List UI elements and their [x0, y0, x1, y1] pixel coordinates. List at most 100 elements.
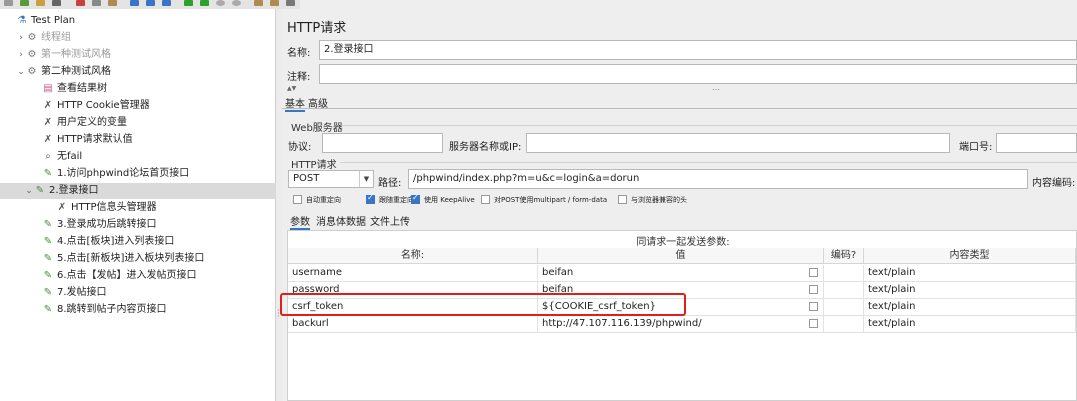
tab-advanced[interactable]: 高级 [308, 95, 328, 110]
expand-chevron-icon[interactable]: › [16, 30, 26, 46]
tree-node[interactable]: ✎ 1.访问phpwind论坛首页接口 [32, 166, 189, 182]
param-type-cell[interactable]: text/plain [864, 282, 1076, 299]
resize-dots-icon[interactable]: ⋯ [712, 85, 721, 94]
param-name-cell[interactable]: username [288, 265, 538, 282]
encode-checkbox[interactable] [809, 268, 818, 277]
follow-redirect-checkbox[interactable] [366, 193, 375, 204]
tree-node[interactable]: ⌕ 无fail [32, 149, 82, 165]
column-header-content-type[interactable]: 内容类型 [864, 248, 1076, 264]
expand-chevron-icon[interactable]: ⌄ [16, 64, 26, 80]
paste-icon[interactable] [108, 0, 117, 6]
stop-icon[interactable] [216, 0, 225, 6]
tree-node[interactable]: ✎ 5.点击[新板块]进入板块列表接口 [32, 251, 205, 267]
new-icon[interactable] [4, 0, 13, 6]
tree-node-label: HTTP信息头管理器 [71, 202, 157, 213]
web-server-section: Web服务器 [291, 123, 343, 134]
server-label: 服务器名称或IP: [449, 142, 522, 153]
auto-redirect-checkbox[interactable] [293, 195, 302, 204]
copy-icon[interactable] [92, 0, 101, 6]
save-icon[interactable] [52, 0, 61, 6]
start-icon[interactable] [184, 0, 193, 6]
basic-advanced-tabs: 基本 高级 [282, 95, 1077, 112]
divider [340, 162, 1077, 163]
param-encode-cell[interactable] [824, 265, 864, 282]
tree-node[interactable]: ✗ HTTP Cookie管理器 [32, 98, 150, 114]
tab-parameters[interactable]: 参数 [290, 213, 310, 230]
server-field[interactable] [526, 133, 950, 153]
gear-icon: ⚙ [27, 66, 37, 77]
tab-body-data[interactable]: 消息体数据 [316, 213, 366, 228]
wrench-icon: ✗ [43, 117, 53, 128]
tree-node[interactable]: ⌄ ✎ 2.登录接口 [0, 183, 276, 199]
tree-node[interactable]: ✗ 用户定义的变量 [32, 115, 127, 131]
tree-node-label: 4.点击[板块]进入列表接口 [57, 236, 175, 247]
expand-chevron-icon[interactable]: ⌄ [24, 183, 34, 199]
tab-basic[interactable]: 基本 [285, 95, 305, 112]
browser-headers-checkbox[interactable] [618, 195, 627, 204]
encode-checkbox[interactable] [809, 285, 818, 294]
pipette-icon: ✎ [35, 185, 45, 196]
column-header-name[interactable]: 名称: [288, 248, 538, 264]
name-field[interactable]: 2.登录接口 [319, 40, 1077, 60]
encode-checkbox[interactable] [809, 319, 818, 328]
cut-icon[interactable] [76, 0, 85, 6]
tree-node[interactable]: ✎ 4.点击[板块]进入列表接口 [32, 234, 175, 250]
tree-node[interactable]: ✎ 7.发帖接口 [32, 285, 107, 301]
start-no-pause-icon[interactable] [200, 0, 209, 6]
tree-node[interactable]: ▤ 查看结果树 [32, 81, 107, 97]
encode-checkbox[interactable] [809, 302, 818, 311]
tree-node-label: 8.跳转到帖子内容页接口 [57, 304, 167, 315]
expand-icon[interactable] [130, 0, 139, 6]
multipart-label: 对POST使用multipart / form-data [494, 196, 608, 204]
column-header-encode[interactable]: 编码? [824, 248, 864, 264]
tab-file-upload[interactable]: 文件上传 [370, 213, 410, 228]
param-type-cell[interactable]: text/plain [864, 299, 1076, 316]
tree-node-label: 查看结果树 [57, 83, 107, 94]
tree-node-label: 用户定义的变量 [57, 117, 127, 128]
tree-node[interactable]: ✗ HTTP请求默认值 [32, 132, 133, 148]
tree-node-label: 1.访问phpwind论坛首页接口 [57, 168, 190, 179]
tree-node-label: 第一种测试风格 [41, 49, 111, 60]
chart-icon: ▤ [43, 83, 53, 94]
shutdown-icon[interactable] [232, 0, 241, 6]
tree-node[interactable]: › ⚙ 第一种测试风格 [16, 47, 111, 63]
tree-node[interactable]: ✎ 6.点击【发帖】进入发帖页接口 [32, 268, 197, 284]
multipart-checkbox[interactable] [481, 195, 490, 204]
open-icon[interactable] [36, 0, 45, 6]
tree-node[interactable]: ⌄ ⚙ 第二种测试风格 [16, 64, 111, 80]
page-title: HTTP请求 [287, 21, 347, 36]
clear-icon[interactable] [254, 0, 263, 6]
param-type-cell[interactable]: text/plain [864, 316, 1076, 333]
comment-field[interactable] [319, 64, 1077, 84]
toggle-icon[interactable] [162, 0, 171, 6]
param-value-cell[interactable]: beifan [538, 265, 824, 282]
param-name-cell[interactable]: backurl [288, 316, 538, 333]
annotation-highlight-box [280, 293, 686, 316]
encoding-label: 内容编码: [1032, 178, 1076, 189]
method-select[interactable]: POST ▼ [288, 170, 374, 188]
param-type-cell[interactable]: text/plain [864, 265, 1076, 282]
param-value-cell[interactable]: http://47.107.116.139/phpwind/ [538, 316, 824, 333]
collapse-arrows-icon[interactable]: ▲▼ [287, 85, 296, 92]
collapse-icon[interactable] [146, 0, 155, 6]
port-field[interactable] [996, 133, 1077, 153]
expand-chevron-icon[interactable]: › [16, 47, 26, 63]
param-encode-cell[interactable] [824, 299, 864, 316]
tree-node[interactable]: › ⚙ 线程组 [16, 30, 71, 46]
tree-node[interactable]: ⚗ Test Plan [6, 13, 76, 29]
tree-node[interactable]: ✎ 3.登录成功后跳转接口 [32, 217, 157, 233]
tree-node[interactable]: ✗ HTTP信息头管理器 [46, 200, 157, 216]
keepalive-checkbox[interactable] [411, 193, 420, 204]
protocol-field[interactable] [322, 133, 443, 153]
path-field[interactable]: /phpwind/index.php?m=u&c=login&a=dorun [408, 169, 1028, 189]
tree-node[interactable]: ✎ 8.跳转到帖子内容页接口 [32, 302, 167, 318]
templates-icon[interactable] [20, 0, 29, 6]
param-encode-cell[interactable] [824, 316, 864, 333]
column-header-value[interactable]: 值 [538, 248, 824, 264]
search-icon[interactable] [286, 0, 295, 6]
clear-all-icon[interactable] [270, 0, 279, 6]
param-encode-cell[interactable] [824, 282, 864, 299]
pipette-icon: ✎ [43, 304, 53, 315]
magnifier-icon: ⌕ [45, 151, 51, 162]
chevron-down-icon[interactable]: ▼ [359, 171, 373, 187]
